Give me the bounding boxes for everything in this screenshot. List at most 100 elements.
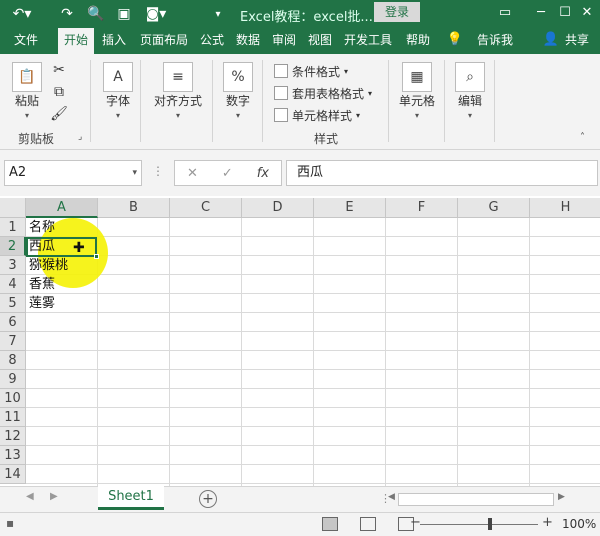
save-icon[interactable]: ▣ bbox=[114, 4, 134, 24]
zoom-slider-thumb[interactable] bbox=[488, 518, 492, 530]
column-header[interactable]: H bbox=[530, 198, 600, 218]
cut-icon[interactable]: ✂ bbox=[50, 62, 68, 78]
prev-sheet-icon[interactable]: ◀ bbox=[26, 491, 34, 502]
print-preview-icon[interactable]: 🔍 bbox=[86, 4, 106, 24]
zoom-in-icon[interactable]: + bbox=[542, 515, 553, 530]
conditional-format-label: 条件格式 bbox=[292, 64, 341, 79]
ribbon-display-icon[interactable]: ▭ bbox=[488, 0, 522, 28]
cancel-icon[interactable]: ✕ bbox=[187, 166, 198, 181]
row-header[interactable]: 1 bbox=[0, 218, 26, 237]
collapse-ribbon-icon[interactable]: ˄ bbox=[580, 132, 585, 143]
alignment-button[interactable]: ≡ 对齐方式 ▾ bbox=[150, 62, 206, 120]
column-header[interactable]: G bbox=[458, 198, 530, 218]
name-box-value: A2 bbox=[9, 165, 27, 180]
row-header[interactable]: 5 bbox=[0, 294, 26, 313]
zoom-slider[interactable] bbox=[420, 524, 538, 525]
sheet-tab-bar: ◀ ▶ Sheet1 + ⋮ ◀ ▶ bbox=[0, 486, 600, 512]
tab-file[interactable]: 文件 bbox=[6, 28, 46, 54]
tab-review[interactable]: 审阅 bbox=[268, 28, 300, 54]
title-bar: ↶▾ ↷ 🔍 ▣ ◙▾ ▾ Excel教程：excel批... 登录 ▭ ─ ☐… bbox=[0, 0, 600, 28]
column-header[interactable]: D bbox=[242, 198, 314, 218]
font-label: 字体 bbox=[105, 94, 130, 108]
sheet-tab-sheet1[interactable]: Sheet1 bbox=[98, 486, 164, 510]
row-header[interactable]: 12 bbox=[0, 427, 26, 446]
column-header[interactable]: E bbox=[314, 198, 386, 218]
cells-button[interactable]: ▦ 单元格 ▾ bbox=[396, 62, 438, 120]
copy-icon[interactable]: ⧉ bbox=[50, 84, 68, 100]
customize-qat-icon[interactable]: ▾ bbox=[210, 4, 226, 24]
font-dropdown-icon: ▾ bbox=[115, 111, 120, 120]
column-header[interactable]: F bbox=[386, 198, 458, 218]
cell-a4[interactable]: 香蕉 bbox=[29, 275, 55, 294]
tab-help[interactable]: 帮助 bbox=[402, 28, 434, 54]
normal-view-icon[interactable] bbox=[322, 517, 338, 531]
macro-record-icon[interactable]: ▪ bbox=[6, 516, 14, 530]
tab-formulas[interactable]: 公式 bbox=[196, 28, 228, 54]
zoom-level[interactable]: 100% bbox=[562, 517, 596, 531]
row-header[interactable]: 3 bbox=[0, 256, 26, 275]
horizontal-scrollbar[interactable] bbox=[398, 493, 554, 506]
active-cell-border[interactable] bbox=[26, 237, 97, 257]
name-box-dropdown-icon[interactable]: ▾ bbox=[132, 161, 137, 185]
row-header[interactable]: 6 bbox=[0, 313, 26, 332]
column-header[interactable]: B bbox=[98, 198, 170, 218]
column-header[interactable]: A bbox=[26, 198, 98, 218]
cell-a5[interactable]: 莲雾 bbox=[29, 294, 55, 313]
paste-label: 粘贴 bbox=[14, 94, 39, 108]
row-header[interactable]: 4 bbox=[0, 275, 26, 294]
share-button[interactable]: 共享 bbox=[562, 28, 592, 54]
status-bar: ▪ − + 100% bbox=[0, 512, 600, 536]
separator bbox=[212, 60, 213, 142]
number-button[interactable]: % 数字 ▾ bbox=[220, 62, 256, 120]
cell-a1[interactable]: 名称 bbox=[29, 218, 55, 237]
formula-input[interactable]: 西瓜 bbox=[286, 160, 598, 186]
row-header[interactable]: 14 bbox=[0, 465, 26, 484]
tell-me-search[interactable]: 告诉我 bbox=[470, 28, 520, 54]
cell-style-button[interactable]: 单元格样式 ▾ bbox=[274, 106, 360, 124]
grid-line bbox=[26, 407, 600, 408]
scroll-left-icon[interactable]: ◀ bbox=[388, 492, 395, 502]
insert-function-icon[interactable]: fx bbox=[257, 166, 269, 181]
tab-data[interactable]: 数据 bbox=[232, 28, 264, 54]
tab-view[interactable]: 视图 bbox=[304, 28, 336, 54]
scroll-right-icon[interactable]: ▶ bbox=[558, 492, 565, 502]
formula-bar-handle-icon[interactable]: ⋮ bbox=[152, 164, 164, 178]
dialog-launcher-icon[interactable]: ⌟ bbox=[78, 132, 82, 142]
cell-a3[interactable]: 猕猴桃 bbox=[29, 256, 68, 275]
tab-insert[interactable]: 插入 bbox=[98, 28, 130, 54]
conditional-format-button[interactable]: 条件格式 ▾ bbox=[274, 62, 348, 80]
paste-button[interactable]: 📋 粘贴 ▾ bbox=[8, 62, 46, 120]
next-sheet-icon[interactable]: ▶ bbox=[50, 491, 58, 502]
redo-icon[interactable]: ↷ bbox=[58, 4, 76, 24]
row-header[interactable]: 10 bbox=[0, 389, 26, 408]
cell-cursor-icon: ✚ bbox=[73, 240, 85, 256]
tab-developer[interactable]: 开发工具 bbox=[340, 28, 396, 54]
fill-handle[interactable] bbox=[94, 254, 99, 259]
format-painter-icon[interactable]: 🖌 bbox=[50, 106, 68, 122]
close-icon[interactable]: ✕ bbox=[570, 0, 600, 28]
undo-icon[interactable]: ↶▾ bbox=[8, 4, 36, 24]
tab-home[interactable]: 开始 bbox=[58, 28, 94, 54]
editing-button[interactable]: ⌕ 编辑 ▾ bbox=[452, 62, 488, 120]
row-header[interactable]: 8 bbox=[0, 351, 26, 370]
table-format-button[interactable]: 套用表格格式 ▾ bbox=[274, 84, 372, 102]
row-header[interactable]: 11 bbox=[0, 408, 26, 427]
separator bbox=[444, 60, 445, 142]
login-button[interactable]: 登录 bbox=[374, 2, 420, 22]
name-box[interactable]: A2 ▾ bbox=[4, 160, 142, 186]
row-header[interactable]: 7 bbox=[0, 332, 26, 351]
select-all-corner[interactable] bbox=[0, 198, 26, 218]
enter-icon[interactable]: ✓ bbox=[222, 166, 233, 181]
cells-icon: ▦ bbox=[402, 62, 432, 92]
row-header[interactable]: 9 bbox=[0, 370, 26, 389]
clipboard-group-label: 剪贴板 bbox=[18, 132, 55, 146]
zoom-out-icon[interactable]: − bbox=[410, 515, 421, 530]
column-header[interactable]: C bbox=[170, 198, 242, 218]
tab-page-layout[interactable]: 页面布局 bbox=[136, 28, 192, 54]
row-header[interactable]: 2 bbox=[0, 237, 26, 256]
row-header[interactable]: 13 bbox=[0, 446, 26, 465]
camera-icon[interactable]: ◙▾ bbox=[142, 4, 170, 24]
page-layout-view-icon[interactable] bbox=[360, 517, 376, 531]
add-sheet-icon[interactable]: + bbox=[199, 490, 217, 508]
font-button[interactable]: A 字体 ▾ bbox=[100, 62, 136, 120]
